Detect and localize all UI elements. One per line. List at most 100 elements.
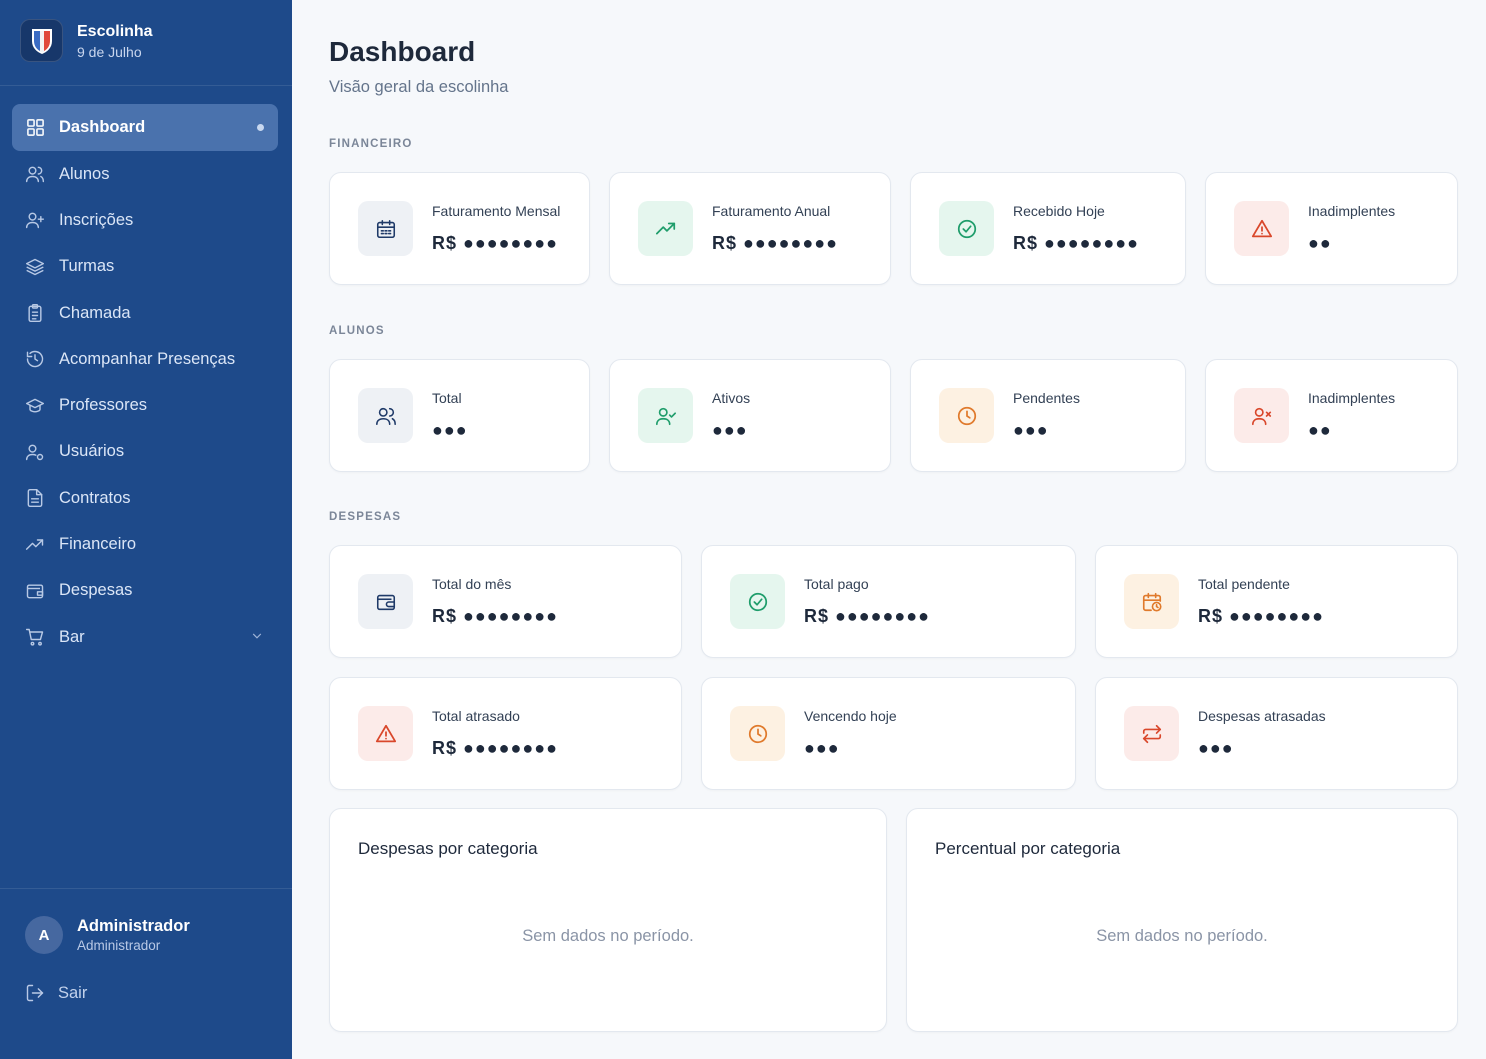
chart-title: Percentual por categoria xyxy=(935,839,1121,858)
stat-card-recebido-hoje[interactable]: Recebido Hoje R$ ●●●●●●●● xyxy=(910,172,1186,285)
stat-card-total-pago[interactable]: Total pago R$ ●●●●●●●● xyxy=(701,545,1076,658)
stat-card-faturamento-mensal[interactable]: Faturamento Mensal R$ ●●●●●●●● xyxy=(329,172,590,285)
sidebar-item-label: Bar xyxy=(59,627,85,646)
page-title: Dashboard xyxy=(329,36,476,67)
sidebar-item-label: Dashboard xyxy=(59,118,146,136)
alert-triangle-icon xyxy=(1234,201,1289,256)
history-icon xyxy=(24,348,46,370)
empty-state-message: Sem dados no período. xyxy=(1096,927,1268,945)
wallet-icon xyxy=(358,574,413,629)
sidebar-item-contratos[interactable]: Contratos xyxy=(12,475,278,521)
grid-icon xyxy=(24,117,46,139)
layers-icon xyxy=(24,256,46,278)
sidebar-item-label: Chamada xyxy=(59,303,131,322)
chart-card-despesas-por-categoria: Despesas por categoria Sem dados no perí… xyxy=(329,808,887,1032)
trending-up-icon xyxy=(638,201,693,256)
stat-card-faturamento-anual[interactable]: Faturamento Anual R$ ●●●●●●●● xyxy=(609,172,891,285)
stat-value: R$ ●●●●●●●● xyxy=(712,233,838,253)
sidebar-item-turmas[interactable]: Turmas xyxy=(12,244,278,290)
page-subtitle: Visão geral da escolinha xyxy=(329,78,509,96)
stat-label: Inadimplentes xyxy=(1308,203,1396,219)
stat-value: ●●● xyxy=(1198,738,1234,758)
calendar-clock-icon xyxy=(1124,574,1179,629)
section-label-financeiro: FINANCEIRO xyxy=(329,138,413,150)
user-check-icon xyxy=(638,388,693,443)
calendar-icon xyxy=(358,201,413,256)
user-x-icon xyxy=(1234,388,1289,443)
stat-card-total-do-mes[interactable]: Total do mês R$ ●●●●●●●● xyxy=(329,545,682,658)
users-icon xyxy=(358,388,413,443)
section-label-despesas: DESPESAS xyxy=(329,511,402,523)
logout-label: Sair xyxy=(58,983,88,1002)
sidebar-item-label: Alunos xyxy=(59,164,110,183)
stat-label: Faturamento Mensal xyxy=(432,203,561,219)
alert-triangle-icon xyxy=(358,706,413,761)
sidebar-item-alunos[interactable]: Alunos xyxy=(12,151,278,197)
avatar[interactable]: A xyxy=(25,916,63,954)
stat-value: ●● xyxy=(1308,233,1332,253)
stat-label: Pendentes xyxy=(1013,390,1080,406)
sidebar-item-bar[interactable]: Bar xyxy=(12,614,278,660)
stat-label: Ativos xyxy=(712,390,751,406)
user-cog-icon xyxy=(24,441,46,463)
stat-card-total-alunos[interactable]: Total ●●● xyxy=(329,359,590,472)
stat-label: Despesas atrasadas xyxy=(1198,708,1326,724)
sidebar-item-financeiro[interactable]: Financeiro xyxy=(12,521,278,567)
sidebar-item-usuarios[interactable]: Usuários xyxy=(12,429,278,475)
sidebar-item-label: Turmas xyxy=(59,257,115,276)
check-circle-icon xyxy=(730,574,785,629)
stat-value: ●●● xyxy=(804,738,840,758)
stat-card-ativos[interactable]: Ativos ●●● xyxy=(609,359,891,472)
repeat-icon xyxy=(1124,706,1179,761)
stat-card-total-atrasado[interactable]: Total atrasado R$ ●●●●●●●● xyxy=(329,677,682,790)
shield-logo-icon xyxy=(20,19,63,62)
sidebar-footer: A Administrador Administrador Sair xyxy=(0,888,292,1059)
stat-card-vencendo-hoje[interactable]: Vencendo hoje ●●● xyxy=(701,677,1076,790)
stat-value: R$ ●●●●●●●● xyxy=(804,606,930,626)
section-label-alunos: ALUNOS xyxy=(329,325,385,337)
chart-title: Despesas por categoria xyxy=(358,839,538,858)
sidebar-item-professores[interactable]: Professores xyxy=(12,382,278,428)
stat-value: ●●● xyxy=(432,420,468,440)
sidebar-nav: Dashboard Alunos Inscrições Turmas Chama… xyxy=(12,104,278,660)
cart-icon xyxy=(24,626,46,648)
sidebar-item-acompanhar-presencas[interactable]: Acompanhar Presenças xyxy=(12,336,278,382)
clock-icon xyxy=(730,706,785,761)
sidebar-item-dashboard[interactable]: Dashboard xyxy=(12,104,278,151)
stat-value: ●● xyxy=(1308,420,1332,440)
brand-subtitle: 9 de Julho xyxy=(77,44,142,60)
sidebar-item-label: Professores xyxy=(59,396,148,415)
stat-value: ●●● xyxy=(1013,420,1049,440)
logout-button[interactable]: Sair xyxy=(25,983,87,1003)
stat-value: R$ ●●●●●●●● xyxy=(432,233,558,253)
file-text-icon xyxy=(24,487,46,509)
stat-label: Faturamento Anual xyxy=(712,203,831,219)
sidebar-item-label: Financeiro xyxy=(59,535,137,554)
chevron-down-icon[interactable] xyxy=(250,629,264,648)
stat-card-pendentes[interactable]: Pendentes ●●● xyxy=(910,359,1186,472)
sidebar-item-despesas[interactable]: Despesas xyxy=(12,568,278,614)
stat-label: Total xyxy=(432,390,462,406)
wallet-icon xyxy=(24,580,46,602)
clock-icon xyxy=(939,388,994,443)
sidebar-item-inscricoes[interactable]: Inscrições xyxy=(12,197,278,243)
log-out-icon xyxy=(25,983,45,1003)
sidebar-item-chamada[interactable]: Chamada xyxy=(12,290,278,336)
stat-card-despesas-atrasadas[interactable]: Despesas atrasadas ●●● xyxy=(1095,677,1458,790)
stat-label: Total do mês xyxy=(432,576,512,592)
active-indicator-dot xyxy=(257,124,264,131)
stat-card-total-pendente[interactable]: Total pendente R$ ●●●●●●●● xyxy=(1095,545,1458,658)
graduation-cap-icon xyxy=(24,395,46,417)
sidebar-item-label: Contratos xyxy=(59,488,131,507)
stat-card-inadimplentes-financeiro[interactable]: Inadimplentes ●● xyxy=(1205,172,1458,285)
stat-value: R$ ●●●●●●●● xyxy=(1013,233,1139,253)
chart-card-percentual-por-categoria: Percentual por categoria Sem dados no pe… xyxy=(906,808,1458,1032)
stat-card-inadimplentes-alunos[interactable]: Inadimplentes ●● xyxy=(1205,359,1458,472)
check-circle-icon xyxy=(939,201,994,256)
sidebar: Escolinha 9 de Julho Dashboard Alunos In… xyxy=(0,0,292,1059)
brand-header: Escolinha 9 de Julho xyxy=(0,0,292,86)
empty-state-message: Sem dados no período. xyxy=(522,927,694,945)
stat-value: R$ ●●●●●●●● xyxy=(432,606,558,626)
sidebar-item-label: Acompanhar Presenças xyxy=(59,349,236,368)
sidebar-item-label: Inscrições xyxy=(59,210,134,229)
